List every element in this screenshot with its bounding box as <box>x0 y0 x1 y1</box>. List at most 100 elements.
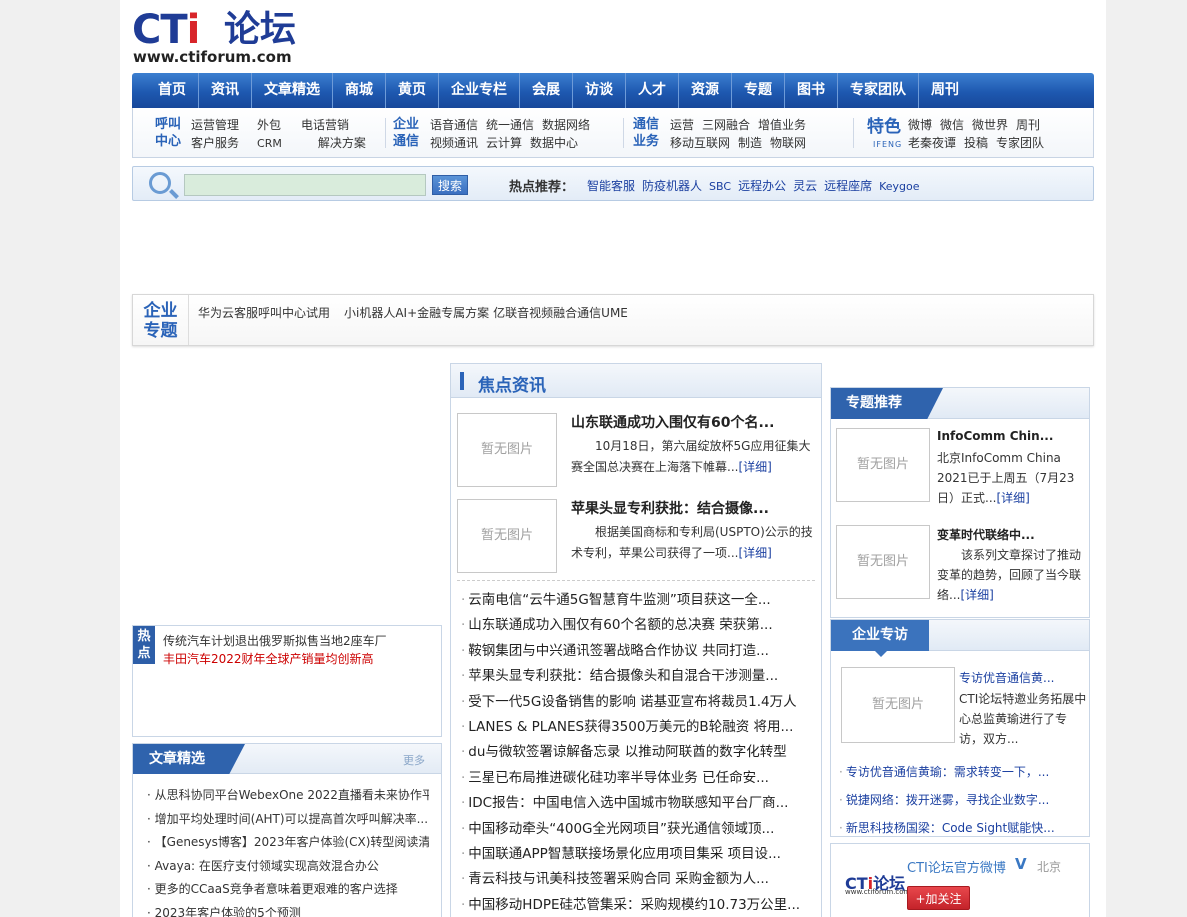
news-item[interactable]: IDC报告：中国电信入选中国城市物联感知平台厂商... <box>461 791 821 816</box>
news-item[interactable]: LANES & PLANES获得3500万美元的B轮融资 将用... <box>461 715 821 740</box>
topic-item-title[interactable]: InfoComm Chin... <box>937 429 1053 443</box>
subnav-link[interactable]: 统一通信 <box>486 118 534 132</box>
subnav-link[interactable]: 投稿 <box>964 136 988 150</box>
featured-news-title[interactable]: 苹果头显专利获批：结合摄像... <box>571 498 769 518</box>
subnav-link[interactable]: 客户服务 <box>191 136 239 150</box>
weibo-account-name[interactable]: CTI论坛官方微博 <box>907 857 1006 876</box>
weibo-panel: CTi论坛 www.ctiforum.com CTI论坛官方微博 V 北京 +加… <box>830 843 1090 917</box>
subnav-link[interactable]: 增值业务 <box>758 118 806 132</box>
article-item[interactable]: · 更多的CCaaS竞争者意味着更艰难的客户选择 <box>147 878 429 902</box>
news-item[interactable]: 青云科技与讯美科技签署采购合同 采购金额为人... <box>461 867 821 892</box>
nav-item-articles[interactable]: 文章精选 <box>252 73 333 108</box>
subnav-link[interactable]: 物联网 <box>770 136 806 150</box>
subnav-link[interactable]: 电话营销 <box>301 118 349 132</box>
topic-recommend-title[interactable]: 专题推荐 <box>831 388 943 419</box>
news-item[interactable]: 山东联通成功入围仅有60个名额的总决赛 荣获第... <box>461 613 821 638</box>
interview-feature-title[interactable]: 专访优音通信黄... <box>959 669 1054 686</box>
hot-link[interactable]: 智能客服 <box>587 179 635 193</box>
subnav-link[interactable]: 微世界 <box>972 118 1008 132</box>
news-item[interactable]: 云南电信“云牛通5G智慧育牛监测”项目获这一全... <box>461 588 821 613</box>
news-item[interactable]: 鞍钢集团与中兴通讯签署战略合作协议 共同打造... <box>461 639 821 664</box>
nav-item-interview[interactable]: 访谈 <box>573 73 626 108</box>
subnav-link[interactable]: 三网融合 <box>702 118 750 132</box>
nav-item-resources[interactable]: 资源 <box>679 73 732 108</box>
interview-item[interactable]: 锐捷网络：拨开迷雾，寻找企业数字... <box>839 786 1079 814</box>
news-item[interactable]: 中国联通APP智慧联接场景化应用项目集采 项目设... <box>461 842 821 867</box>
topic-item-title[interactable]: 变革时代联络中... <box>937 526 1035 543</box>
hot-news-item[interactable]: 丰田汽车2022财年全球产销量均创新高 <box>163 650 387 668</box>
detail-link[interactable]: [详细] <box>738 546 771 560</box>
subnav-link[interactable]: 周刊 <box>1016 118 1040 132</box>
subnav-link[interactable]: 数据中心 <box>530 136 578 150</box>
detail-link[interactable]: [详细] <box>960 588 993 602</box>
article-item[interactable]: · Avaya: 在医疗支付领域实现高效混合办公 <box>147 855 429 879</box>
hot-link[interactable]: 灵云 <box>793 179 817 193</box>
articles-more-link[interactable]: 更多 <box>403 752 425 768</box>
subnav-link[interactable]: 视频通讯 <box>430 136 478 150</box>
enterprise-topic-link[interactable]: 亿联音视频融合通信UME <box>493 306 628 320</box>
featured-news-title[interactable]: 山东联通成功入围仅有60个名... <box>571 412 774 432</box>
interview-item[interactable]: 专访优音通信黄瑜：需求转变一下，... <box>839 758 1079 786</box>
topic-thumbnail[interactable]: 暂无图片 <box>836 428 930 502</box>
interview-title[interactable]: 企业专访 <box>831 620 929 657</box>
article-item[interactable]: · 增加平均处理时间(AHT)可以提高首次呼叫解决率... <box>147 808 429 832</box>
subnav-link[interactable]: 运营 <box>670 118 694 132</box>
nav-item-books[interactable]: 图书 <box>785 73 838 108</box>
topic-thumbnail[interactable]: 暂无图片 <box>836 525 930 599</box>
enterprise-interview-panel: 企业专访 暂无图片 专访优音通信黄... CTI论坛特邀业务拓展中心总监黄瑜进行… <box>830 619 1090 837</box>
articles-title[interactable]: 文章精选 <box>133 744 245 774</box>
nav-item-news[interactable]: 资讯 <box>199 73 252 108</box>
subnav-link[interactable]: 语音通信 <box>430 118 478 132</box>
hot-news-item[interactable]: 传统汽车计划退出俄罗斯拟售当地2座车厂 <box>163 632 387 650</box>
news-item[interactable]: 中国移动牵头“400G全光网项目”获光通信领域顶... <box>461 817 821 842</box>
subnav-link[interactable]: 解决方案 <box>318 136 366 150</box>
detail-link[interactable]: [详细] <box>738 460 771 474</box>
interview-thumbnail[interactable]: 暂无图片 <box>841 667 955 743</box>
hot-link[interactable]: SBC <box>709 180 731 193</box>
hot-link[interactable]: 远程办公 <box>738 179 786 193</box>
nav-item-topics[interactable]: 专题 <box>732 73 785 108</box>
subnav-link[interactable]: 微信 <box>940 118 964 132</box>
detail-link[interactable]: [详细] <box>996 491 1029 505</box>
hot-link[interactable]: Keygoe <box>879 180 919 193</box>
site-logo[interactable]: CTi 论坛 www.ctiforum.com <box>132 8 304 68</box>
news-item[interactable]: du与微软签署谅解备忘录 以推动阿联酋的数字化转型 <box>461 740 821 765</box>
enterprise-topic-link[interactable]: 华为云客服呼叫中心试用 <box>198 306 330 320</box>
subnav-link[interactable]: 制造 <box>738 136 762 150</box>
subnav-link[interactable]: 数据网络 <box>542 118 590 132</box>
article-item[interactable]: · 【Genesys博客】2023年客户体验(CX)转型阅读清单 <box>147 831 429 855</box>
nav-item-home[interactable]: 首页 <box>146 73 199 108</box>
nav-item-experts[interactable]: 专家团队 <box>838 73 919 108</box>
nav-item-enterprise[interactable]: 企业专栏 <box>439 73 520 108</box>
nav-item-yellowpages[interactable]: 黄页 <box>386 73 439 108</box>
enterprise-topic-head: 企业 专题 <box>133 295 189 345</box>
hot-link[interactable]: 防疫机器人 <box>642 179 702 193</box>
enterprise-topic-link[interactable]: 小i机器人AI+金融专属方案 <box>344 306 489 320</box>
subnav-link[interactable]: 老秦夜谭 <box>908 136 956 150</box>
subnav-link[interactable]: 外包 <box>257 118 281 132</box>
subnav-link[interactable]: 运营管理 <box>191 118 239 132</box>
news-item[interactable]: 三星已布局推进碳化硅功率半导体业务 已任命安... <box>461 766 821 791</box>
nav-item-weekly[interactable]: 周刊 <box>919 73 971 108</box>
search-button[interactable]: 搜索 <box>432 175 468 195</box>
subnav-link[interactable]: CRM <box>257 137 282 150</box>
article-item[interactable]: · 2023年客户体验的5个预测 <box>147 902 429 917</box>
hot-link[interactable]: 远程座席 <box>824 179 872 193</box>
subnav-link[interactable]: 云计算 <box>486 136 522 150</box>
nav-item-talent[interactable]: 人才 <box>626 73 679 108</box>
follow-button[interactable]: +加关注 <box>907 886 970 910</box>
subnav-link[interactable]: 专家团队 <box>996 136 1044 150</box>
news-item[interactable]: 中国移动HDPE硅芯管集采：采购规模约10.73万公里... <box>461 893 821 917</box>
article-item[interactable]: · 从思科协同平台WebexOne 2022直播看未来协作平... <box>147 784 429 808</box>
news-thumbnail[interactable]: 暂无图片 <box>457 499 557 573</box>
news-item[interactable]: 受下一代5G设备销售的影响 诺基亚宣布将裁员1.4万人 <box>461 690 821 715</box>
interview-item[interactable]: 新思科技杨国梁：Code Sight赋能快... <box>839 814 1079 842</box>
subnav-featured-small: IFENG <box>873 140 903 149</box>
nav-item-exhibition[interactable]: 会展 <box>520 73 573 108</box>
news-item[interactable]: 苹果头显专利获批：结合摄像头和自混合干涉测量... <box>461 664 821 689</box>
subnav-link[interactable]: 微博 <box>908 118 932 132</box>
search-input[interactable] <box>184 174 426 196</box>
nav-item-mall[interactable]: 商城 <box>333 73 386 108</box>
subnav-link[interactable]: 移动互联网 <box>670 136 730 150</box>
news-thumbnail[interactable]: 暂无图片 <box>457 413 557 487</box>
